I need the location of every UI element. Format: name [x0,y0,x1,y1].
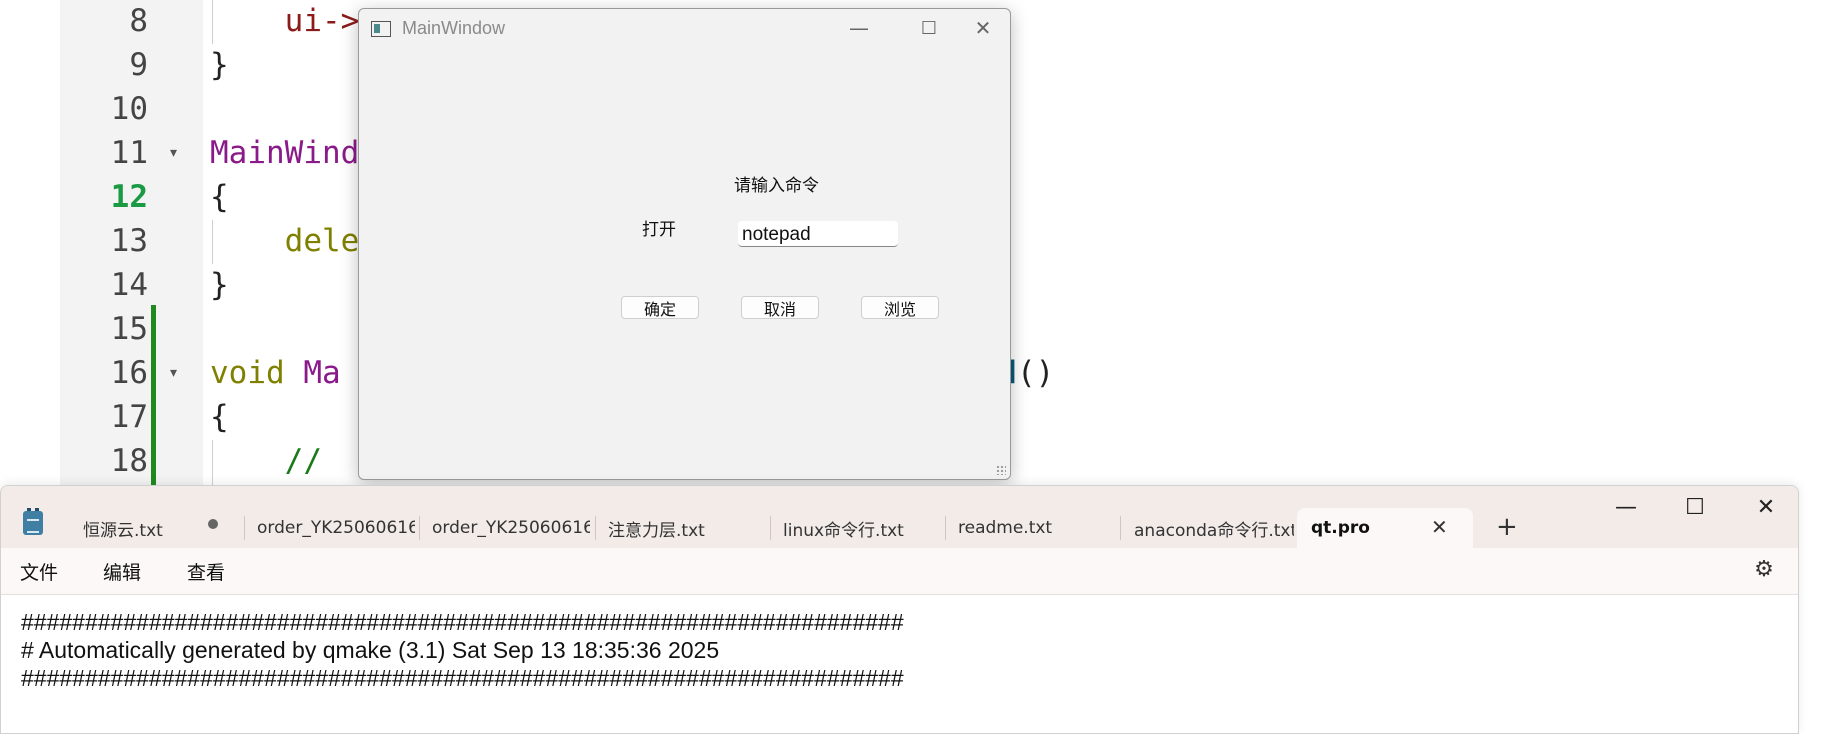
line-number: 8 [129,3,148,39]
tab-close-icon[interactable]: ✕ [1431,515,1448,539]
fold-chevron-down-icon[interactable]: ▾ [170,351,177,395]
line-number: 11 [110,135,148,171]
app-window-icon [371,21,391,37]
code-line: } [210,267,229,303]
text-editor-area[interactable]: ########################################… [1,595,1798,733]
window-title: MainWindow [402,18,506,38]
ok-button[interactable]: 确定 [621,296,699,319]
tab-item[interactable]: linux命令行.txt [783,508,943,548]
line-number: 9 [129,47,148,83]
open-label: 打开 [642,220,676,240]
menu-bar: 文件 编辑 查看 ⚙ [1,548,1798,595]
code-line: { [210,399,229,435]
menu-file[interactable]: 文件 [20,558,58,585]
line-number: 15 [110,311,148,347]
close-button[interactable]: ✕ [953,9,1010,47]
cancel-button[interactable]: 取消 [741,296,819,319]
editor-left-margin [0,0,61,490]
line-number: 13 [110,223,148,259]
code-line: } [210,47,229,83]
menu-view[interactable]: 查看 [187,558,225,585]
tab-divider [770,516,771,540]
minimize-button[interactable]: — [1591,486,1661,528]
minimize-button[interactable]: — [829,9,889,47]
code-line: void Ma [210,351,341,395]
tab-item[interactable]: 恒源云.txt [83,508,213,548]
line-number: 17 [110,399,148,435]
tab-item[interactable]: anaconda命令行.txt [1134,508,1294,548]
menu-edit[interactable]: 编辑 [103,558,141,585]
text-line: ########################################… [21,665,904,691]
tab-divider [419,516,420,540]
tab-item[interactable]: 注意力层.txt [608,508,768,548]
qt-main-window[interactable]: MainWindow — ☐ ✕ 请输入命令 打开 确定 取消 浏览 [358,8,1011,480]
unsaved-dot-icon [208,519,218,529]
command-input[interactable] [738,221,898,247]
notepad-app-icon [23,508,43,535]
line-number: 16 [110,355,148,391]
tab-item[interactable]: readme.txt [958,508,1118,548]
code-line: MainWind [210,135,360,171]
maximize-button[interactable]: ☐ [1660,486,1730,528]
code-line: ui-> [210,3,360,39]
tab-divider [595,516,596,540]
prompt-label: 请输入命令 [734,176,819,196]
tab-divider [945,516,946,540]
browse-button[interactable]: 浏览 [861,296,939,319]
text-line: # Automatically generated by qmake (3.1)… [21,637,720,663]
resize-grip-icon[interactable] [996,465,1006,475]
class-name: Ma [303,355,341,391]
settings-gear-icon[interactable]: ⚙ [1752,558,1776,582]
code-comment: // [210,443,341,479]
close-button[interactable]: ✕ [1731,486,1798,528]
code-line: { [210,179,229,215]
current-line-number: 12 [110,179,148,215]
tab-divider [1120,516,1121,540]
change-indicator-bar [151,305,156,490]
keyword-void: void [210,355,304,391]
line-number: 14 [110,267,148,303]
fold-chevron-down-icon[interactable]: ▾ [170,131,177,175]
tab-bar: 恒源云.txt order_YK250606162 order_YK250606… [1,486,1798,548]
tab-item[interactable]: order_YK250606162 [257,508,415,548]
line-number: 10 [110,91,148,127]
notepad-window[interactable]: 恒源云.txt order_YK250606162 order_YK250606… [0,485,1799,734]
tab-item[interactable]: order_YK250606162 [432,508,590,548]
function-parens: () [1017,355,1055,391]
line-number: 18 [110,443,148,479]
tab-divider [244,516,245,540]
tab-label: qt.pro [1311,518,1370,538]
new-tab-button[interactable]: + [1496,512,1518,542]
text-line: ########################################… [21,609,904,635]
code-line: dele [210,223,360,259]
title-bar[interactable]: MainWindow — ☐ ✕ [359,9,1010,47]
maximize-button[interactable]: ☐ [899,9,959,47]
